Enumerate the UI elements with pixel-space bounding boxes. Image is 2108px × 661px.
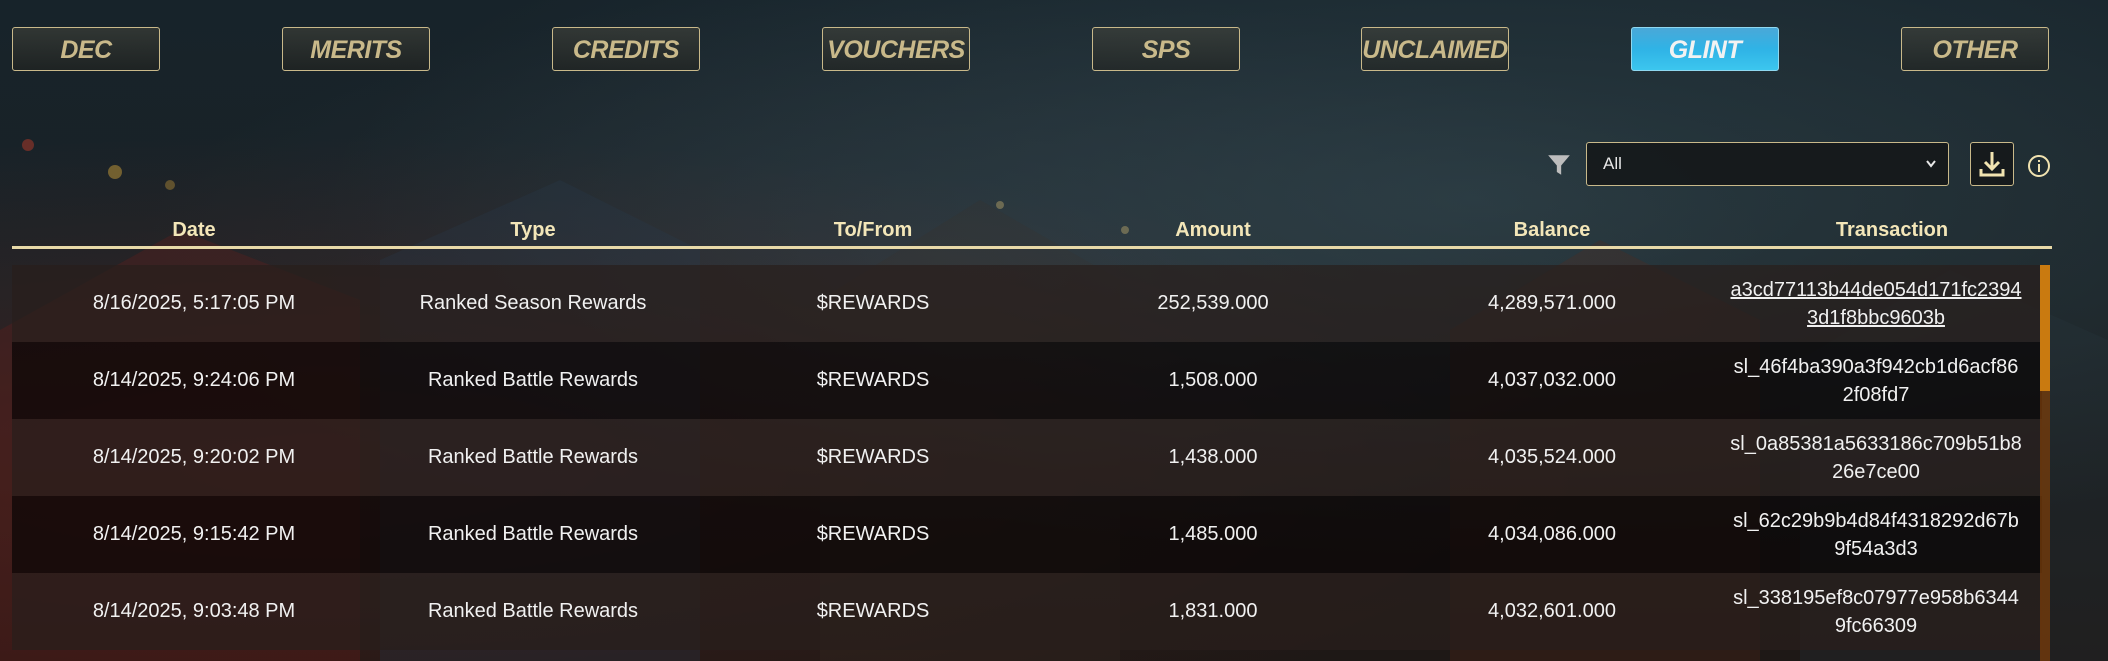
transactions-table: 8/16/2025, 5:17:05 PM Ranked Season Rewa… bbox=[12, 265, 2052, 661]
chevron-down-icon bbox=[1926, 160, 1936, 168]
tab-vouchers[interactable]: VOUCHERS bbox=[822, 27, 970, 71]
cell-type: Ranked Battle Rewards bbox=[427, 523, 639, 545]
cell-date: 8/14/2025, 9:24:06 PM bbox=[92, 369, 296, 391]
cell-balance: 4,032,601.000 bbox=[1488, 600, 1616, 622]
cell-transaction: sl_338195ef8c07977e958b63449fc66309 bbox=[1733, 586, 2019, 637]
cell-balance: 4,035,524.000 bbox=[1488, 446, 1616, 468]
currency-tabs: DEC MERITS CREDITS VOUCHERS SPS UNCLAIME… bbox=[12, 27, 2052, 73]
cell-date: 8/14/2025, 9:15:42 PM bbox=[92, 523, 296, 545]
cell-amount: 1,508.000 bbox=[1168, 369, 1258, 391]
header-amount[interactable]: Amount bbox=[1043, 216, 1383, 244]
tab-credits[interactable]: CREDITS bbox=[552, 27, 700, 71]
cell-to-from: $REWARDS bbox=[816, 523, 930, 545]
cell-type: Ranked Battle Rewards bbox=[427, 446, 639, 468]
cell-amount: 1,831.000 bbox=[1168, 600, 1258, 622]
cell-date: 8/14/2025, 9:20:02 PM bbox=[92, 446, 296, 468]
table-header: Date Type To/From Amount Balance Transac… bbox=[12, 216, 2052, 249]
cell-balance: 4,034,086.000 bbox=[1488, 523, 1616, 545]
table-row: 8/14/2025, 9:24:06 PM Ranked Battle Rewa… bbox=[12, 342, 2042, 419]
cell-amount: 1,485.000 bbox=[1168, 523, 1258, 545]
scrollbar-thumb[interactable] bbox=[2040, 265, 2050, 391]
table-row: 8/14/2025, 9:15:42 PM Ranked Battle Rewa… bbox=[12, 496, 2042, 573]
transaction-link[interactable]: a3cd77113b44de054d171fc23943d1f8bbc9603b bbox=[1730, 276, 2022, 332]
header-to-from[interactable]: To/From bbox=[703, 216, 1043, 244]
tab-glint[interactable]: GLINT bbox=[1631, 27, 1779, 71]
cell-amount: 1,438.000 bbox=[1168, 446, 1258, 468]
tab-merits[interactable]: MERITS bbox=[282, 27, 430, 71]
cell-balance: 4,289,571.000 bbox=[1488, 292, 1616, 314]
tab-other[interactable]: OTHER bbox=[1901, 27, 2049, 71]
cell-type: Ranked Battle Rewards bbox=[427, 600, 639, 622]
cell-to-from: $REWARDS bbox=[816, 446, 930, 468]
cell-to-from: $REWARDS bbox=[816, 292, 930, 314]
cell-transaction: sl_0a85381a5633186c709b51b826e7ce00 bbox=[1730, 432, 2022, 483]
download-button[interactable] bbox=[1970, 142, 2014, 186]
cell-type: Ranked Battle Rewards bbox=[427, 369, 639, 391]
cell-to-from: $REWARDS bbox=[816, 369, 930, 391]
tab-dec[interactable]: DEC bbox=[12, 27, 160, 71]
cell-transaction: a3cd77113b44de054d171fc23943d1f8bbc9603b bbox=[1706, 265, 2046, 342]
filter-select-value: All bbox=[1603, 154, 1622, 173]
tab-unclaimed[interactable]: UNCLAIMED bbox=[1361, 27, 1509, 71]
cell-amount: 252,539.000 bbox=[1157, 292, 1269, 314]
tab-sps[interactable]: SPS bbox=[1092, 27, 1240, 71]
cell-balance: 4,037,032.000 bbox=[1488, 369, 1616, 391]
table-row: 8/14/2025, 9:20:02 PM Ranked Battle Rewa… bbox=[12, 419, 2042, 496]
table-row: 8/14/2025, 9:03:48 PM Ranked Battle Rewa… bbox=[12, 573, 2042, 650]
cell-to-from: $REWARDS bbox=[816, 600, 930, 622]
header-transaction[interactable]: Transaction bbox=[1722, 216, 2062, 244]
filter-select[interactable]: All bbox=[1586, 142, 1949, 186]
cell-transaction: sl_46f4ba390a3f942cb1d6acf862f08fd7 bbox=[1733, 355, 2019, 406]
cell-date: 8/16/2025, 5:17:05 PM bbox=[92, 292, 296, 314]
cell-date: 8/14/2025, 9:03:48 PM bbox=[92, 600, 296, 622]
header-date[interactable]: Date bbox=[24, 216, 364, 244]
cell-transaction: sl_62c29b9b4d84f4318292d67b9f54a3d3 bbox=[1733, 509, 2019, 560]
filter-icon bbox=[1548, 155, 1570, 175]
header-balance[interactable]: Balance bbox=[1382, 216, 1722, 244]
cell-type: Ranked Season Rewards bbox=[419, 292, 647, 314]
download-icon bbox=[1979, 152, 2005, 177]
info-icon[interactable] bbox=[2027, 154, 2051, 178]
header-type[interactable]: Type bbox=[363, 216, 703, 244]
table-scrollbar[interactable] bbox=[2040, 265, 2050, 661]
table-row: 8/16/2025, 5:17:05 PM Ranked Season Rewa… bbox=[12, 265, 2042, 342]
